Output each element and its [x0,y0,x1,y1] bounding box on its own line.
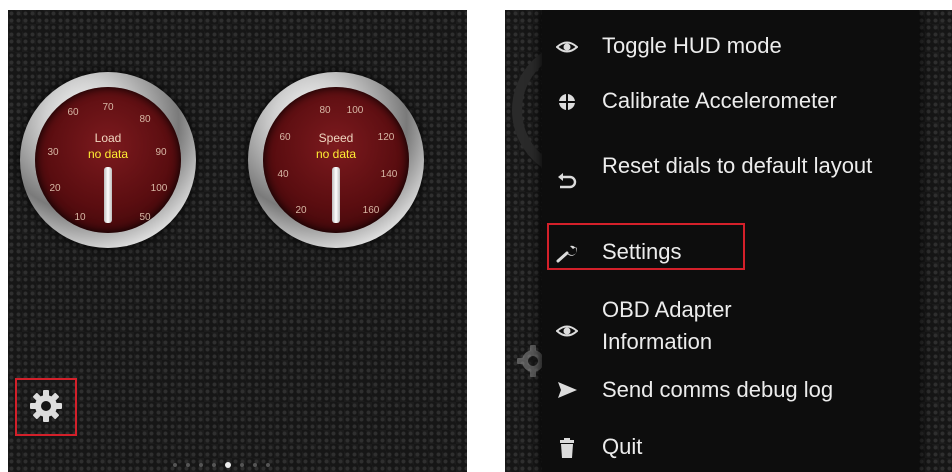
menu-item-obd-adapter-info[interactable]: OBD Adapter Information [542,291,919,371]
eye-icon [556,325,578,337]
page-dot[interactable] [173,463,177,467]
speed-tick: 160 [362,205,380,216]
speed-tick: 40 [277,169,289,180]
menu-item-label: Quit [602,434,643,459]
load-tick: 60 [67,107,79,118]
menu-item-label: Calibrate Accelerometer [602,88,837,113]
menu-item-label: OBD Adapter Information [602,297,732,354]
page-dot[interactable] [240,463,244,467]
page-dot[interactable] [186,463,190,467]
gear-icon [30,390,62,422]
speed-gauge-value: no data [315,147,357,161]
speed-gauge[interactable]: 80 100 120 140 160 20 40 60 Speed no dat… [248,72,424,248]
speed-gauge-needle [332,167,340,223]
page-dot[interactable] [212,463,216,467]
speed-tick: 140 [380,169,398,180]
speed-tick: 100 [346,105,364,116]
settings-gear-button[interactable] [28,388,64,429]
speed-gauge-face: 80 100 120 140 160 20 40 60 Speed no dat… [263,87,409,233]
menu-item-label: Toggle HUD mode [602,33,782,58]
menu-item-label: Send comms debug log [602,377,834,402]
speed-tick: 20 [295,205,307,216]
page-indicator[interactable] [173,462,270,468]
page-dot[interactable] [266,463,270,467]
load-tick: 50 [139,212,151,223]
load-tick: 20 [49,183,61,194]
settings-item-highlight [547,223,745,270]
page-dot[interactable] [199,463,203,467]
options-menu: Toggle HUD mode Calibrate Accelerometer … [542,10,919,472]
page-dot[interactable] [253,463,257,467]
load-gauge-value: no data [87,147,129,161]
load-tick: 100 [150,183,168,194]
crosshair-icon [557,92,577,112]
speed-tick: 80 [319,105,331,116]
menu-item-send-debug-log[interactable]: Send comms debug log [542,370,919,410]
load-gauge-needle [104,167,112,223]
menu-item-reset-dials[interactable]: Reset dials to default layout [542,142,919,222]
eye-icon [556,41,578,53]
menu-item-calibrate-accelerometer[interactable]: Calibrate Accelerometer [542,83,919,121]
send-icon [558,382,577,398]
load-tick: 10 [74,212,86,223]
speed-gauge-title: Speed [318,131,354,145]
menu-item-label: Reset dials to default layout [602,153,873,178]
menu-item-quit[interactable]: Quit [542,428,919,468]
load-tick: 80 [139,114,151,125]
trash-icon [560,438,574,458]
page-dot-active[interactable] [225,462,231,468]
load-gauge-title: Load [94,131,122,145]
load-tick: 70 [102,102,114,113]
undo-icon [558,173,577,189]
dashboard-screen: 60 70 80 90 100 10 20 30 40 50 Load no d… [8,10,467,472]
menu-screen: Toggle HUD mode Calibrate Accelerometer … [505,10,952,472]
load-gauge-face: 60 70 80 90 100 10 20 30 40 50 Load no d… [35,87,181,233]
load-gauge[interactable]: 60 70 80 90 100 10 20 30 40 50 Load no d… [20,72,196,248]
menu-item-toggle-hud[interactable]: Toggle HUD mode [542,28,919,66]
